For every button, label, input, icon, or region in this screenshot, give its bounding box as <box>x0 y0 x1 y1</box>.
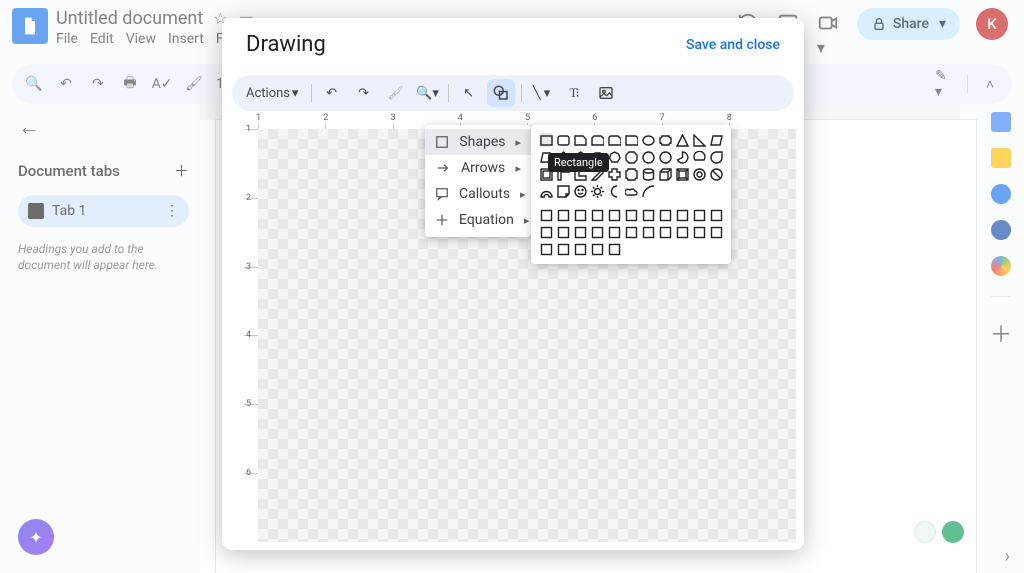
shape-flow-manual[interactable] <box>709 208 723 222</box>
shape-teardrop[interactable] <box>709 150 723 164</box>
save-and-close-button[interactable]: Save and close <box>686 37 780 53</box>
shape-flow-collate[interactable] <box>641 225 655 239</box>
shape-no-symbol[interactable] <box>709 167 723 181</box>
shape-flow-card[interactable] <box>573 225 587 239</box>
shape-flow-multi[interactable] <box>658 208 672 222</box>
shape-chord[interactable] <box>692 150 706 164</box>
shape-flow-term[interactable] <box>675 208 689 222</box>
shape-flow-decision[interactable] <box>573 208 587 222</box>
shape-category-callouts[interactable]: Callouts▸ <box>425 181 531 207</box>
chevron-right-icon: ▸ <box>524 214 530 227</box>
shape-flow-data[interactable] <box>590 208 604 222</box>
shape-flow-prep[interactable] <box>692 208 706 222</box>
drawing-undo-icon[interactable]: ↶ <box>318 79 346 107</box>
shape-flow-summing[interactable] <box>607 225 621 239</box>
square-icon <box>435 134 449 150</box>
shape-tooltip: Rectangle <box>548 153 609 172</box>
shape-smiley[interactable] <box>573 184 587 198</box>
shape-plaque[interactable] <box>658 133 672 147</box>
shape-rt-triangle[interactable] <box>692 133 706 147</box>
shape-snip2-rect[interactable] <box>590 133 604 147</box>
shape-decagon[interactable] <box>641 150 655 164</box>
shape-flow-stored[interactable] <box>709 225 723 239</box>
shape-dodecagon[interactable] <box>658 150 672 164</box>
shape-flow-predef[interactable] <box>607 208 621 222</box>
drawing-redo-icon[interactable]: ↷ <box>350 79 378 107</box>
shape-bevel[interactable] <box>675 167 689 181</box>
shape-folded-corner[interactable] <box>556 184 570 198</box>
shape-cross[interactable] <box>607 167 621 181</box>
chevron-right-icon: ▸ <box>515 162 521 175</box>
shape-triangle[interactable] <box>675 133 689 147</box>
shape-moon[interactable] <box>607 184 621 198</box>
shape-oval[interactable] <box>641 133 655 147</box>
shape-tool-button[interactable] <box>487 79 515 107</box>
shape-can[interactable] <box>641 167 655 181</box>
shape-flow-punched[interactable] <box>590 225 604 239</box>
shapes-gallery-panel <box>531 125 731 264</box>
shape-cloud[interactable] <box>624 184 638 198</box>
zoom-tool-icon[interactable]: 🔍▾ <box>414 79 442 107</box>
shape-octagon[interactable] <box>624 150 638 164</box>
shape-flow-extract[interactable] <box>675 225 689 239</box>
textbox-tool-icon[interactable]: T⁝ <box>560 79 588 107</box>
shape-donut[interactable] <box>692 167 706 181</box>
shape-flow-direct[interactable] <box>590 242 604 256</box>
shape-heptagon[interactable] <box>607 150 621 164</box>
drawing-vertical-ruler: 123456 <box>244 129 258 542</box>
shape-round-corner[interactable] <box>624 133 638 147</box>
paint-format-icon[interactable]: 🖌 <box>382 79 410 107</box>
shape-category-menu: Shapes▸Arrows▸Callouts▸Equation▸ <box>425 125 531 237</box>
shape-rect[interactable] <box>539 133 553 147</box>
shape-category-equation[interactable]: Equation▸ <box>425 207 531 233</box>
shape-parallelogram[interactable] <box>709 133 723 147</box>
shape-sun[interactable] <box>590 184 604 198</box>
shape-category-shapes[interactable]: Shapes▸ <box>425 129 531 155</box>
shape-flow-alt[interactable] <box>556 208 570 222</box>
drawing-toolbar: Actions ▾ ↶ ↷ 🖌 🔍▾ ↖ ╲ ▾ T⁝ <box>232 75 794 111</box>
shape-tool-icon <box>492 84 510 102</box>
arrow-icon <box>435 160 451 176</box>
shape-flow-internal[interactable] <box>624 208 638 222</box>
shape-flow-delay[interactable] <box>539 242 553 256</box>
shape-cube[interactable] <box>658 167 672 181</box>
shape-flow-seq[interactable] <box>556 242 570 256</box>
shape-flow-display[interactable] <box>607 242 621 256</box>
shape-pie[interactable] <box>675 150 689 164</box>
shape-block-arc[interactable] <box>539 184 553 198</box>
line-tool-icon[interactable]: ╲ ▾ <box>528 79 556 107</box>
chevron-right-icon: ▸ <box>520 188 526 201</box>
shape-arc[interactable] <box>641 184 655 198</box>
shape-round-rect[interactable] <box>556 133 570 147</box>
plus-icon <box>435 212 449 228</box>
shape-round2-rect[interactable] <box>607 133 621 147</box>
shape-flow-mag[interactable] <box>573 242 587 256</box>
shape-flow-connector[interactable] <box>539 225 553 239</box>
shape-flow-or[interactable] <box>624 225 638 239</box>
select-tool-icon[interactable]: ↖ <box>455 79 483 107</box>
shape-snip-rect[interactable] <box>573 133 587 147</box>
shape-flow-offpage[interactable] <box>556 225 570 239</box>
image-tool-icon[interactable] <box>592 79 620 107</box>
shape-flow-doc[interactable] <box>641 208 655 222</box>
shape-category-arrows[interactable]: Arrows▸ <box>425 155 531 181</box>
shape-flow-process[interactable] <box>539 208 553 222</box>
drawing-dialog: Drawing Save and close Actions ▾ ↶ ↷ 🖌 🔍… <box>222 18 804 550</box>
callout-icon <box>435 186 449 202</box>
actions-menu[interactable]: Actions ▾ <box>240 86 305 101</box>
shape-flow-merge[interactable] <box>692 225 706 239</box>
dialog-title: Drawing <box>246 32 326 57</box>
shape-plaque2[interactable] <box>624 167 638 181</box>
chevron-right-icon: ▸ <box>515 136 521 149</box>
shape-flow-sort[interactable] <box>658 225 672 239</box>
